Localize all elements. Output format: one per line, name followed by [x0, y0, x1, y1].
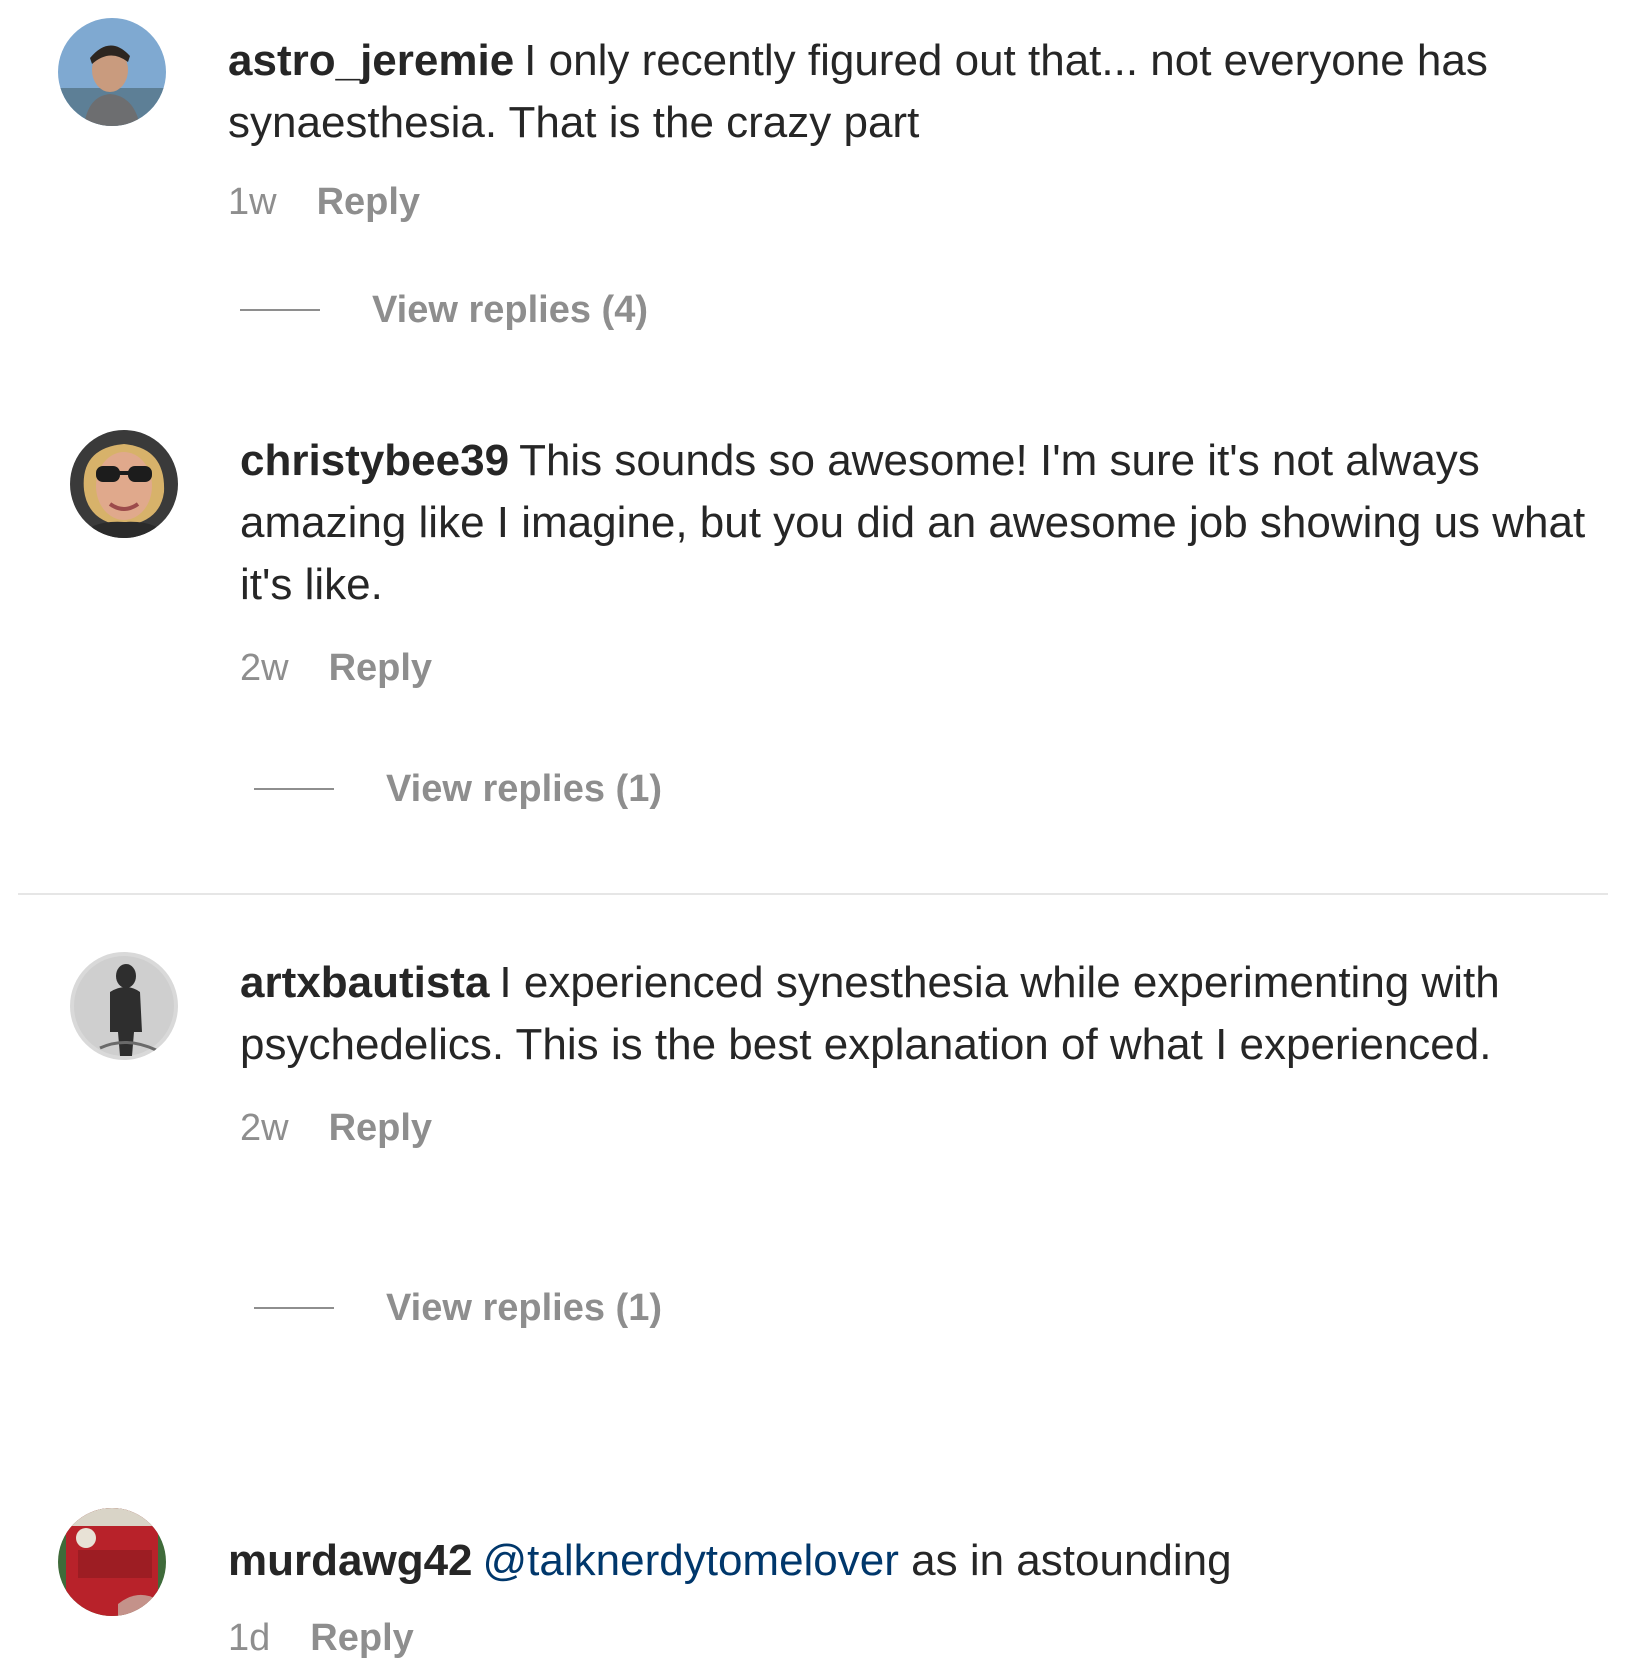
comment-timestamp: 2w	[240, 647, 289, 689]
comment-item: christybee39 This sounds so awesome! I'm …	[70, 430, 1585, 689]
comment-meta: 1w Reply	[228, 178, 1598, 226]
comment-text: artxbautista I experienced synesthesia wh…	[240, 952, 1610, 1076]
user-avatar-photo-icon	[70, 430, 178, 538]
view-replies-label: View replies (1)	[386, 768, 662, 810]
comment-username[interactable]: astro_jeremie	[228, 36, 514, 85]
view-replies-button[interactable]: View replies (1)	[254, 765, 662, 813]
comment-body: as in astounding	[911, 1536, 1232, 1585]
view-replies-button[interactable]: View replies (4)	[240, 286, 648, 334]
comment-meta: 2w Reply	[240, 1104, 1610, 1152]
reply-button[interactable]: Reply	[317, 178, 420, 226]
comment-text: astro_jeremie I only recently figured out…	[228, 30, 1598, 154]
comment-timestamp: 1d	[228, 1617, 271, 1659]
avatar[interactable]	[70, 430, 178, 538]
user-avatar-photo-icon	[58, 1508, 166, 1616]
comment-item: astro_jeremie I only recently figured out…	[58, 18, 1488, 223]
comment-timestamp: 1w	[228, 181, 277, 223]
view-replies-label: View replies (1)	[386, 1287, 662, 1329]
section-divider	[18, 893, 1608, 895]
comment-text: murdawg42 @talknerdytomelover as in astou…	[228, 1530, 1598, 1592]
comment-text: christybee39 This sounds so awesome! I'm …	[240, 430, 1610, 616]
avatar[interactable]	[58, 1508, 166, 1616]
reply-button[interactable]: Reply	[329, 644, 432, 692]
comment-meta: 1d Reply	[228, 1614, 1598, 1662]
view-replies-line	[254, 1307, 334, 1309]
comment-username[interactable]: artxbautista	[240, 958, 489, 1007]
comment-username[interactable]: murdawg42	[228, 1536, 473, 1585]
reply-button[interactable]: Reply	[329, 1104, 432, 1152]
view-replies-line	[240, 309, 320, 311]
view-replies-line	[254, 788, 334, 790]
comment-meta: 2w Reply	[240, 644, 1610, 692]
comment-item: murdawg42 @talknerdytomelover as in astou…	[58, 1508, 1232, 1659]
avatar[interactable]	[58, 18, 166, 126]
view-replies-label: View replies (4)	[372, 289, 648, 331]
comment-item: artxbautista I experienced synesthesia wh…	[70, 952, 1500, 1149]
comment-username[interactable]: christybee39	[240, 436, 509, 485]
user-avatar-photo-icon	[58, 18, 166, 126]
reply-button[interactable]: Reply	[310, 1614, 413, 1662]
avatar[interactable]	[70, 952, 178, 1060]
user-avatar-photo-icon	[70, 952, 178, 1060]
comment-timestamp: 2w	[240, 1107, 289, 1149]
mention-link[interactable]: @talknerdytomelover	[483, 1536, 899, 1585]
view-replies-button[interactable]: View replies (1)	[254, 1284, 662, 1332]
